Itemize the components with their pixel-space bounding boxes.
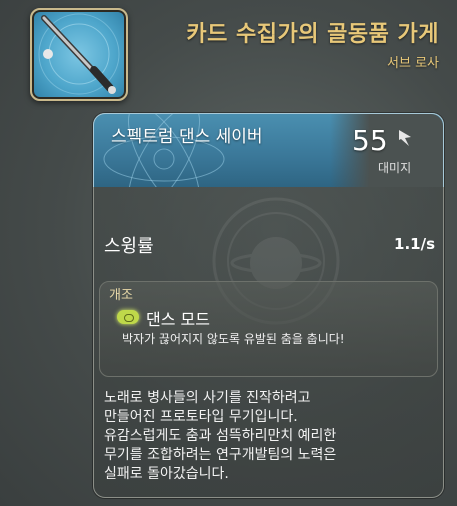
shop-title: 카드 수집가의 골동품 가게 — [186, 22, 439, 47]
mod-name: 댄스 모드 — [146, 310, 210, 329]
damage-value: 55 — [352, 124, 388, 157]
damage-icon — [399, 130, 411, 146]
item-icon-frame — [30, 8, 128, 101]
mod-section-label: 개조 — [109, 288, 133, 303]
dance-mode-icon-inner — [124, 314, 134, 322]
swing-rate-label: 스윙률 — [104, 236, 154, 257]
damage-label: 대미지 — [378, 161, 412, 175]
mod-description: 박자가 끊어지지 않도록 유발된 춤을 춥니다! — [122, 332, 345, 346]
item-description: 노래로 병사들의 사기를 진작하려고 만들어진 프로토타입 무기입니다. 유감스… — [104, 390, 337, 482]
item-name: 스펙트럼 댄스 세이버 — [111, 127, 263, 147]
swing-rate-value: 1.1/s — [394, 235, 435, 253]
shop-subtitle: 서브 로사 — [387, 56, 439, 71]
saber-icon — [38, 13, 120, 95]
